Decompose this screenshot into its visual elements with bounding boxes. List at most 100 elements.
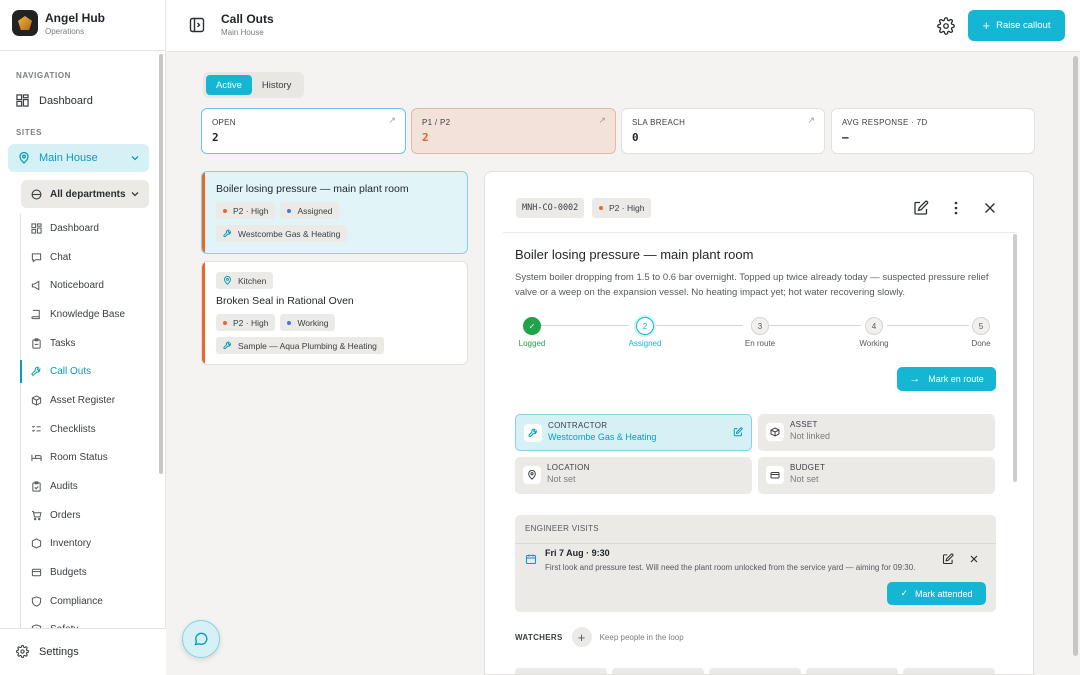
wrench-icon [524,424,542,442]
callout-code: MNH-CO-0002 [516,198,585,218]
step-number: 3 [751,317,769,335]
stat-open[interactable]: OPEN 2 ↗ [201,108,406,154]
sidebar-item-dashboard[interactable]: Dashboard [20,214,150,243]
sidebar-item-label: Inventory [50,538,92,550]
edit-icon[interactable] [942,553,954,565]
arrow-up-right-icon: ↗ [388,115,396,125]
step-number: 5 [972,317,990,335]
bed-icon [31,455,42,462]
map-pin-icon [19,152,29,164]
contractor-tag: Westcombe Gas & Heating [216,225,348,242]
budget-field[interactable]: BUDGET Not set [758,457,995,494]
book-icon [31,309,40,320]
sidebar-item-budgets[interactable]: Budgets [20,558,150,587]
sidebar-item-tasks[interactable]: Tasks [20,329,150,358]
arrow-up-right-icon: ↗ [598,115,606,125]
map-pin-icon [224,276,231,285]
add-watcher-button[interactable]: + [571,627,592,647]
brand[interactable]: Angel Hub Operations [12,10,105,36]
settings-label: Settings [39,645,79,658]
callout-card[interactable]: Boiler losing pressure — main plant room… [201,171,468,254]
sidebar-item-knowledge-base[interactable]: Knowledge Base [20,300,150,329]
tab-active[interactable]: Active [206,75,252,95]
sidebar-item-label: Knowledge Base [50,308,126,320]
stat-priority[interactable]: P1 / P2 2 ↗ [411,108,616,154]
grid-icon [31,223,42,234]
field-value: Not linked [790,431,831,441]
sidebar-item-audits[interactable]: Audits [20,472,150,501]
check-icon: ✓ [900,588,908,598]
step-logged[interactable]: ✓ Logged [502,317,562,348]
sidebar-item-label: Orders [50,509,81,521]
watchers-label: WATCHERS [515,632,563,642]
sidebar-item-call-outs[interactable]: Call Outs [20,357,150,386]
step-assigned[interactable]: 2 Assigned [615,317,675,348]
callout-card[interactable]: Kitchen Broken Seal in Rational Oven P2 … [201,261,468,365]
mark-en-route-button[interactable]: → Mark en route [897,367,996,391]
sidebar-item-inventory[interactable]: Inventory [20,530,150,559]
sidebar: Angel Hub Operations NAVIGATION Dashboar… [0,0,166,675]
brand-logo [12,10,38,36]
detail-scrollbar[interactable] [1013,234,1017,482]
step-en-route[interactable]: 3 En route [730,317,790,348]
main-scrollbar[interactable] [1073,56,1078,656]
settings-button[interactable] [934,14,958,38]
check-icon: ✓ [523,317,541,335]
sidebar-item-noticeboard[interactable]: Noticeboard [20,271,150,300]
wallet-icon [31,568,42,577]
sidebar-item-asset-register[interactable]: Asset Register [20,386,150,415]
sidebar-item-label: Checklists [50,423,96,435]
edit-icon[interactable] [913,200,929,216]
card-title: Broken Seal in Rational Oven [216,295,354,307]
close-icon[interactable] [968,553,980,565]
step-label: En route [744,339,776,348]
card-title: Boiler losing pressure — main plant room [216,183,409,195]
step-number: 2 [636,317,654,335]
tab-history[interactable]: History [252,75,302,95]
placeholder-chip [709,668,801,674]
settings-link[interactable]: Settings [16,645,79,658]
sidebar-item-label: Room Status [50,452,108,464]
layers-icon [31,189,42,199]
field-value: Not set [547,474,576,484]
raise-callout-button[interactable]: + Raise callout [968,10,1065,41]
detail-title: Boiler losing pressure — main plant room [515,247,754,262]
watchers-row: WATCHERS + Keep people in the loop [515,627,684,647]
sidebar-toggle-icon[interactable] [189,17,205,33]
sidebar-item-checklists[interactable]: Checklists [20,415,150,444]
sidebar-scrollbar[interactable] [159,54,163,474]
contractor-field[interactable]: CONTRACTOR Westcombe Gas & Heating [515,414,752,451]
department-selector[interactable]: All departments [21,180,149,208]
status-stepper: ✓ Logged 2 Assigned 3 En route 4 Working… [515,317,995,348]
step-working[interactable]: 4 Working [844,317,904,348]
asset-field[interactable]: ASSET Not linked [758,414,995,451]
priority-chip: P2 · High [592,198,652,218]
step-done[interactable]: 5 Done [951,317,1011,348]
mark-attended-button[interactable]: ✓ Mark attended [887,582,986,605]
field-label: ASSET [790,420,818,429]
nav-dashboard[interactable]: Dashboard [16,94,93,107]
location-field[interactable]: LOCATION Not set [515,457,752,494]
edit-icon[interactable] [733,427,743,437]
stat-label: AVG RESPONSE · 7D [842,118,928,127]
priority-text: P2 · High [233,317,269,328]
clipboard-icon [32,338,41,349]
mark-attended-label: Mark attended [915,588,973,599]
chevron-down-icon [131,156,139,161]
stat-avg-response: AVG RESPONSE · 7D — [831,108,1035,154]
more-vertical-icon[interactable] [948,200,964,216]
site-selector[interactable]: Main House [8,144,149,172]
visit-date: Fri 7 Aug · 9:30 [545,548,610,558]
chat-fab-button[interactable] [182,620,220,658]
stat-sla-breach[interactable]: SLA BREACH 0 ↗ [621,108,825,154]
megaphone-icon [31,280,40,291]
sidebar-item-room-status[interactable]: Room Status [20,444,150,473]
visit-note: First look and pressure test. Will need … [545,563,916,572]
sidebar-item-chat[interactable]: Chat [20,243,150,272]
close-icon[interactable] [982,200,998,216]
sidebar-item-label: Asset Register [50,394,116,406]
priority-text: P2 · High [233,205,269,216]
sidebar-item-safety[interactable]: Safety [20,616,150,628]
sidebar-item-orders[interactable]: Orders [20,501,150,530]
sidebar-item-compliance[interactable]: Compliance [20,587,150,616]
